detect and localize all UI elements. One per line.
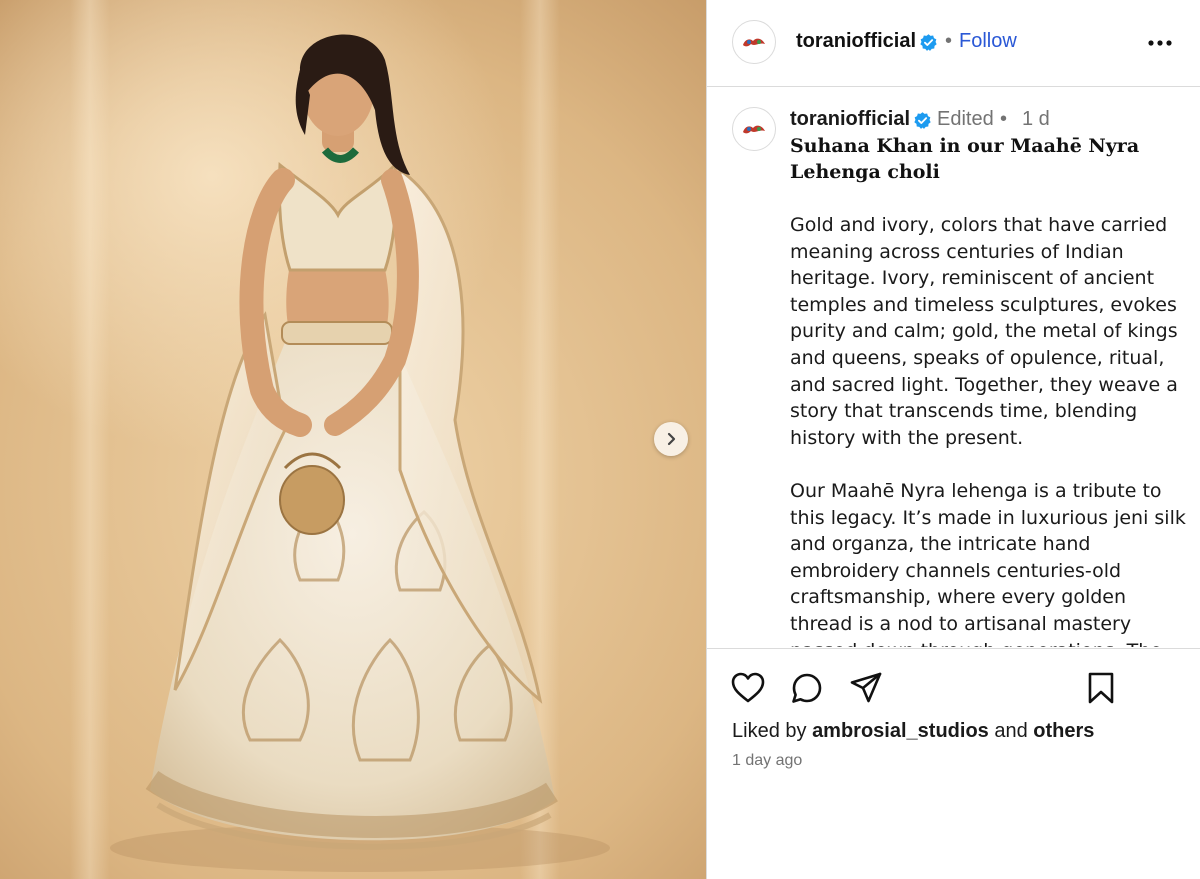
paper-plane-icon (850, 672, 882, 703)
liked-by-user-link[interactable]: ambrosial_studios (812, 720, 989, 742)
caption-title: Suhana Khan in our Maahē Nyra Lehenga ch… (790, 135, 1140, 183)
caption-section: toraniofficial Edited • 1 d Suhana Khan … (707, 87, 1200, 647)
more-options-button[interactable] (1147, 30, 1173, 56)
next-image-button[interactable] (654, 422, 688, 456)
bookmark-icon (1088, 672, 1114, 704)
separator-dot: • (945, 30, 953, 52)
save-button[interactable] (1083, 670, 1119, 706)
brand-logo-icon (743, 38, 765, 47)
caption-body: Gold and ivory, colors that have carried… (790, 212, 1190, 647)
likes-prefix: Liked by (732, 720, 807, 742)
liked-by-others-link[interactable]: others (1033, 720, 1094, 742)
comment-button[interactable] (789, 670, 825, 706)
likes-conjunction: and (994, 720, 1028, 742)
more-options-icon (1148, 40, 1172, 46)
caption-username[interactable]: toraniofficial (790, 108, 910, 131)
model-illustration (110, 34, 610, 872)
caption-paragraph: Our Maahē Nyra lehenga is a tribute to t… (790, 479, 1186, 647)
verified-badge-icon (913, 110, 932, 130)
comment-bubble-icon (792, 673, 822, 703)
share-button[interactable] (848, 670, 884, 706)
avatar[interactable] (732, 20, 776, 64)
brand-logo-icon (743, 125, 765, 134)
header-username[interactable]: toraniofficial (796, 30, 916, 53)
caption-timestamp[interactable]: 1 d (1022, 108, 1050, 131)
separator-dot: • (1000, 108, 1008, 130)
posted-time[interactable]: 1 day ago (732, 752, 802, 770)
caption-paragraph: Gold and ivory, colors that have carried… (790, 214, 1178, 449)
verified-badge-icon (919, 32, 938, 52)
avatar[interactable] (732, 107, 776, 151)
heart-icon (731, 672, 765, 703)
post-panel: toraniofficial • Follow toraniofficial E… (707, 0, 1200, 879)
likes-summary: Liked by ambrosial_studios and others (732, 720, 1094, 743)
post-header: toraniofficial • Follow (707, 0, 1200, 87)
like-button[interactable] (730, 670, 766, 706)
follow-button[interactable]: Follow (959, 30, 1017, 53)
edited-label: Edited (937, 108, 994, 130)
post-photo[interactable] (0, 0, 706, 879)
chevron-right-icon (667, 432, 676, 446)
actions-divider (707, 648, 1200, 649)
